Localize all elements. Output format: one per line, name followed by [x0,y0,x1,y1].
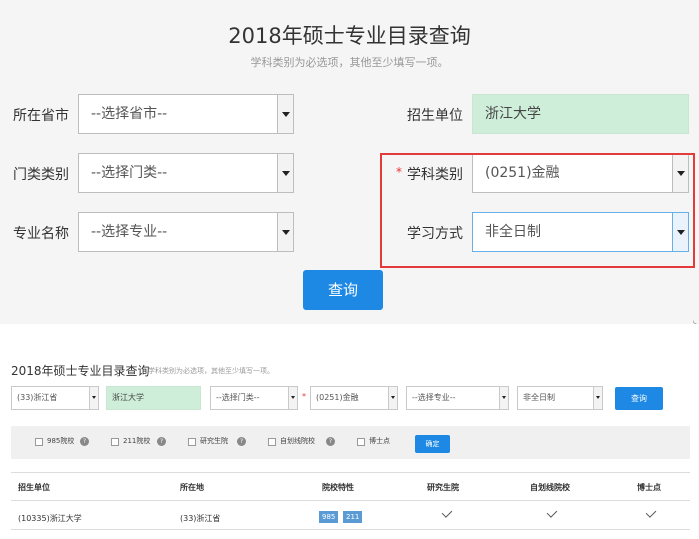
compact-major-value: --选择专业-- [412,393,456,402]
province-label: 所在省市 [13,108,69,124]
page-title: 2018年硕士专业目录查询 [228,24,471,48]
col-header-graduate-school: 研究生院 [427,483,459,492]
table-header-border [11,500,690,501]
compact-unit-input[interactable]: 浙江大学 [106,386,201,410]
checkbox-graduate-school[interactable] [188,438,196,446]
compact-category-value: --选择门类-- [216,393,260,402]
chevron-down-icon [277,213,293,251]
table-top-border [11,472,690,473]
filter-label-985: 985院校 [47,437,75,445]
compact-province-select[interactable]: (33)浙江省 [11,386,99,410]
compact-required-mark: * [302,392,306,401]
chevron-down-icon [277,154,293,192]
chevron-down-icon [89,387,98,409]
checkbox-doctoral[interactable] [357,438,365,446]
query-panel-large: 2018年硕士专业目录查询 学科类别为必选项，其他至少填写一项。 所在省市 --… [0,0,699,326]
help-icon[interactable]: ? [157,437,166,446]
col-header-doctoral: 博士点 [637,483,661,492]
query-button[interactable]: 查询 [303,270,383,310]
province-select-value: --选择省市-- [91,106,168,122]
table-row-border [11,529,690,530]
checkbox-self-line[interactable] [268,438,276,446]
filter-label-doctoral: 博士点 [369,437,390,445]
checkbox-985[interactable] [35,438,43,446]
compact-category-select[interactable]: --选择门类-- [210,386,298,410]
checkbox-211[interactable] [111,438,119,446]
category-label: 门类类别 [13,167,69,183]
highlight-box [380,153,695,268]
major-select-value: --选择专业-- [91,224,168,240]
help-icon[interactable]: ? [237,437,246,446]
confirm-button[interactable]: 确定 [415,435,450,453]
check-icon [441,507,453,518]
check-icon [645,507,657,518]
compact-study-mode-select[interactable]: 非全日制 [517,386,603,410]
category-select[interactable]: --选择门类-- [78,153,294,193]
filter-bar: 985院校 ? 211院校 ? 研究生院 ? 自划线院校 ? 博士点 确定 [11,426,690,459]
col-header-self-line: 自划线院校 [530,483,570,492]
help-icon[interactable]: ? [326,437,335,446]
col-header-unit: 招生单位 [18,483,50,492]
col-header-features: 院校特性 [322,483,354,492]
compact-discipline-value: (0251)金融 [316,393,359,402]
cell-unit[interactable]: (10335)浙江大学 [18,513,82,524]
major-select[interactable]: --选择专业-- [78,212,294,252]
compact-discipline-select[interactable]: (0251)金融 [310,386,398,410]
filter-label-graduate-school: 研究生院 [200,437,228,445]
chevron-down-icon [277,95,293,133]
cell-location: (33)浙江省 [180,514,221,523]
filter-label-self-line: 自划线院校 [280,437,315,445]
chevron-down-icon [388,387,397,409]
province-select[interactable]: --选择省市-- [78,94,294,134]
chevron-down-icon [288,387,297,409]
help-icon[interactable]: ? [80,437,89,446]
filter-label-211: 211院校 [123,437,151,445]
page-subtitle: 学科类别为必选项，其他至少填写一项。 [250,56,449,69]
major-label: 专业名称 [13,226,69,242]
chevron-down-icon [593,387,602,409]
tag-211: 211 [343,511,363,523]
col-header-location: 所在地 [180,483,204,492]
compact-subtitle: 学科类别为必选项，其他至少填写一项。 [148,367,274,375]
chevron-down-icon [499,387,508,409]
check-icon [546,507,558,518]
query-panel-compact: 2018年硕士专业目录查询 学科类别为必选项，其他至少填写一项。 (33)浙江省… [0,324,699,539]
compact-major-select[interactable]: --选择专业-- [406,386,509,410]
unit-input[interactable]: 浙江大学 [472,94,689,134]
tag-985: 985 [319,511,339,523]
compact-query-button[interactable]: 查询 [615,387,663,410]
compact-province-value: (33)浙江省 [17,393,58,402]
unit-input-value: 浙江大学 [485,106,541,122]
unit-label: 招生单位 [407,108,463,124]
compact-unit-value: 浙江大学 [112,393,144,402]
compact-title: 2018年硕士专业目录查询 [11,364,150,378]
compact-study-mode-value: 非全日制 [523,393,555,402]
category-select-value: --选择门类-- [91,165,168,181]
